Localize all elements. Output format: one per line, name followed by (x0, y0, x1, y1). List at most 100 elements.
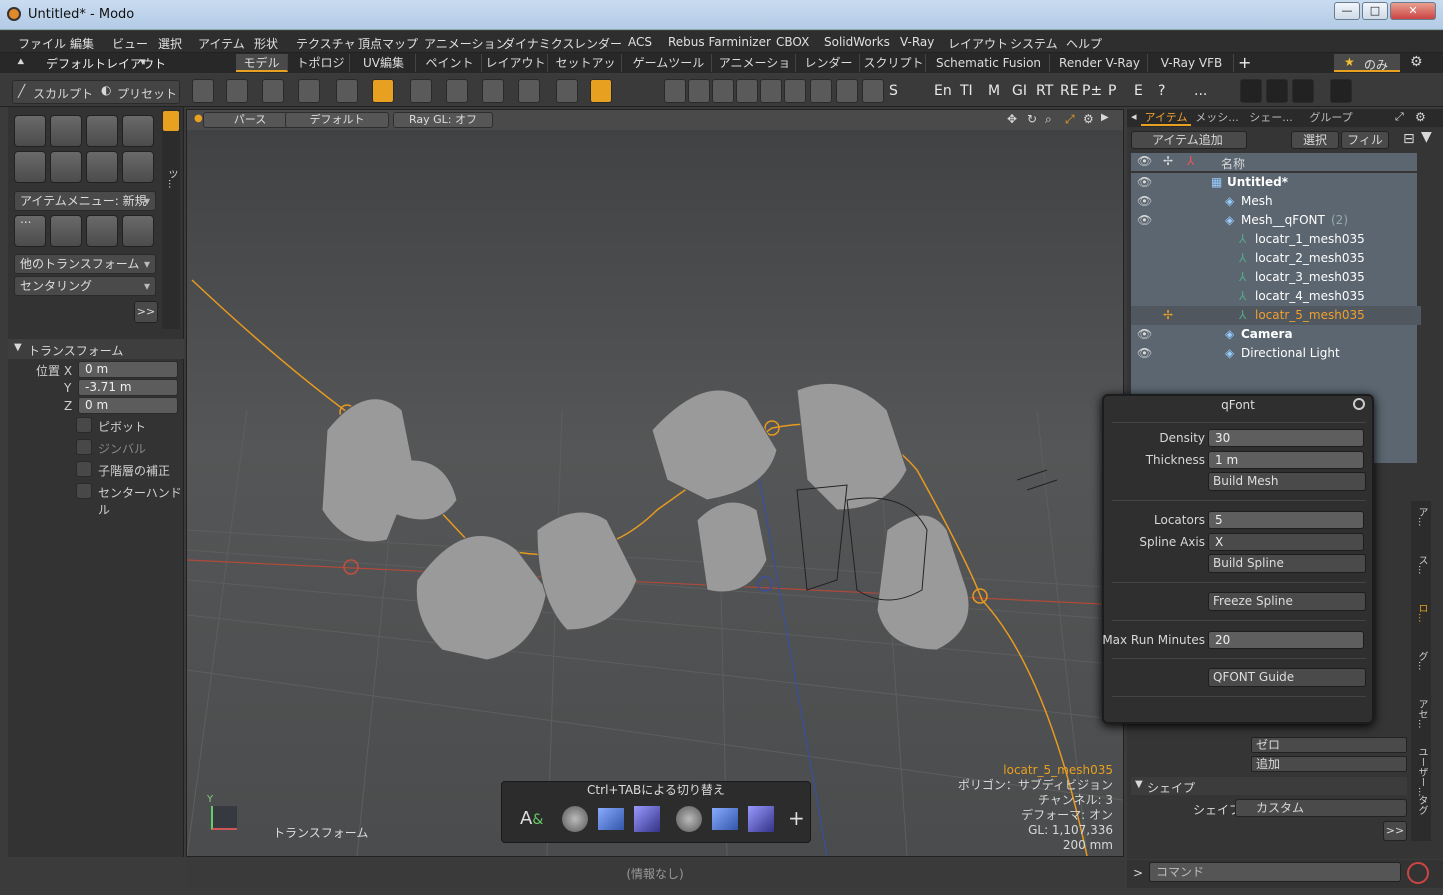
layout-dropdown-chevron-icon[interactable]: ▾ (140, 55, 146, 68)
visibility-eye-icon[interactable]: 👁 (1137, 211, 1152, 230)
primitive-tool-icon[interactable] (122, 115, 154, 147)
tab-7[interactable]: アニメーション (714, 54, 796, 88)
primitive-tool-icon[interactable] (14, 115, 46, 147)
shape-section-header[interactable]: ▼ シェイプ (1131, 777, 1407, 795)
right-side-tab[interactable]: ア... (1414, 507, 1429, 527)
right-side-tab[interactable]: アセ... (1414, 699, 1429, 729)
viewport-more-icon[interactable]: ▶ (1101, 112, 1109, 123)
toolbar-icon[interactable] (556, 79, 578, 103)
item-row[interactable]: 👁 ◈ Camera (1131, 325, 1421, 344)
menu-item[interactable]: 頂点マップ (358, 35, 418, 52)
toolbar-utility-icon[interactable] (1292, 79, 1314, 103)
settings-gear-icon[interactable]: ⚙ (1410, 54, 1423, 70)
qfont-close-icon[interactable] (1353, 398, 1365, 410)
toolbar-icon[interactable] (836, 79, 858, 103)
tab-10[interactable]: Schematic Fusion (928, 54, 1050, 72)
toolbar-text-button[interactable]: S (889, 83, 898, 99)
fit-icon[interactable]: ⤢ (1065, 112, 1075, 127)
toolbar-text-button[interactable]: ... (1194, 83, 1207, 99)
text-tool-icon[interactable]: A& (520, 808, 543, 829)
toolbar-text-button[interactable]: TI (960, 83, 973, 99)
locators-field[interactable]: 5 (1208, 511, 1364, 529)
right-side-tab[interactable]: ユーザー... (1414, 747, 1429, 797)
list-options-icon[interactable]: ⊟ (1403, 131, 1415, 147)
position-x-field[interactable]: 0 m (78, 361, 178, 378)
tab-12[interactable]: V-Ray VFB (1150, 54, 1234, 72)
position-z-field[interactable]: 0 m (78, 397, 178, 414)
toolbar-icon[interactable] (810, 79, 832, 103)
shape-dropdown[interactable]: カスタム (1235, 799, 1407, 817)
view-type-dropdown[interactable]: パース (203, 112, 297, 128)
primitive-tool-icon[interactable] (50, 115, 82, 147)
toolbar-icon[interactable] (262, 79, 284, 103)
toolbar-icon[interactable] (712, 79, 734, 103)
checkbox-3[interactable] (76, 483, 92, 499)
build-spline-button[interactable]: Build Spline (1208, 554, 1366, 573)
menu-item[interactable]: システム (1010, 35, 1058, 52)
menu-item[interactable]: ダイナミクス (503, 35, 574, 52)
checkbox-1[interactable] (76, 439, 92, 455)
tab-6[interactable]: ゲームツール (626, 54, 712, 72)
right-tab-1[interactable]: メッシ... (1193, 110, 1241, 126)
tab-9[interactable]: スクリプト (862, 54, 926, 72)
menu-item[interactable]: ビュー (112, 35, 148, 52)
item-row[interactable]: 👁 ◈ Directional Light (1131, 344, 1421, 363)
freeze-spline-button[interactable]: Freeze Spline (1208, 592, 1366, 611)
primitive-tool-icon[interactable] (86, 115, 118, 147)
right-side-tab[interactable]: タグ (1414, 795, 1429, 815)
select-button[interactable]: 選択 (1291, 131, 1339, 149)
item-row[interactable]: ⅄ locatr_4_mesh035 (1131, 287, 1421, 306)
primitive-tool-icon[interactable] (122, 151, 154, 183)
menu-item[interactable]: Rebus Farminizer (668, 35, 771, 49)
right-side-tab[interactable]: ス... (1414, 555, 1429, 575)
qfont-guide-button[interactable]: QFONT Guide (1208, 668, 1366, 687)
toolbar-text-button[interactable]: P (1108, 83, 1116, 99)
toolbar-text-button[interactable]: En (934, 83, 952, 99)
item-row[interactable]: 👁 ◈ Mesh__qFONT (2) (1131, 211, 1421, 230)
viewport-gear-icon[interactable]: ⚙ (1083, 112, 1094, 126)
panel-menu-icon[interactable]: ◂ (1131, 110, 1137, 123)
raygl-dropdown[interactable]: Ray GL: オフ (393, 112, 493, 128)
right-tab-0[interactable]: アイテム (1141, 110, 1191, 126)
spline-axis-dropdown[interactable]: X (1208, 533, 1364, 551)
right-side-tab[interactable]: グ... (1414, 651, 1429, 671)
maximize-button[interactable]: □ (1362, 2, 1388, 20)
preset-button[interactable]: プリセット (117, 85, 177, 102)
visibility-eye-icon[interactable]: 👁 (1137, 173, 1152, 192)
right-tab-3[interactable]: グループ (1301, 110, 1361, 126)
3d-viewport[interactable]: ● パース デフォルト Ray GL: オフ ✥ ↻ ⌕ ⤢ ⚙ ▶ Y トラン… (186, 109, 1124, 857)
add-tab-icon[interactable]: + (1238, 53, 1251, 72)
toolbar-icon[interactable] (192, 79, 214, 103)
toolbar-icon[interactable] (784, 79, 806, 103)
move-tool-2-icon[interactable] (712, 808, 738, 830)
toolbar-utility-icon[interactable] (1330, 79, 1352, 103)
toolbar-text-button[interactable]: P± (1082, 83, 1102, 99)
item-row[interactable]: ⅄ locatr_1_mesh035 (1131, 230, 1421, 249)
menu-item[interactable]: CBOX (776, 35, 809, 49)
menu-item[interactable]: アイテム (198, 35, 245, 52)
expand-button[interactable]: >> (134, 301, 158, 323)
menu-item[interactable]: 形状 (254, 35, 278, 52)
scale-tool-icon[interactable] (748, 806, 774, 832)
side-tab-active[interactable] (163, 111, 179, 131)
toolbar-icon[interactable] (760, 79, 782, 103)
zoom-icon[interactable]: ⌕ (1045, 112, 1052, 127)
item-row[interactable]: ✢ ⅄ locatr_5_mesh035 (1131, 306, 1421, 325)
menu-item[interactable]: SolidWorks (824, 35, 890, 49)
right-side-tab[interactable]: ロ... (1414, 603, 1429, 623)
toolbar-icon[interactable] (482, 79, 504, 103)
checkbox-0[interactable] (76, 417, 92, 433)
tab-8[interactable]: レンダー (798, 54, 860, 72)
tab-2[interactable]: UV編集 (352, 54, 416, 72)
menu-item[interactable]: テクスチャ (296, 35, 356, 52)
toolbar-icon[interactable] (736, 79, 758, 103)
toolbar-icon[interactable] (336, 79, 358, 103)
star-filter[interactable]: ★ のみ (1334, 54, 1400, 72)
visibility-eye-icon[interactable]: 👁 (1137, 344, 1152, 363)
toolbar-icon[interactable] (372, 79, 394, 103)
toolbar-text-button[interactable]: RE (1060, 83, 1079, 99)
filter-funnel-icon[interactable]: ▼ (1421, 129, 1432, 145)
zero-dropdown[interactable]: ゼロ (1251, 737, 1407, 753)
3d-text-mesh[interactable] (321, 382, 970, 661)
build-mesh-button[interactable]: Build Mesh (1208, 472, 1366, 491)
